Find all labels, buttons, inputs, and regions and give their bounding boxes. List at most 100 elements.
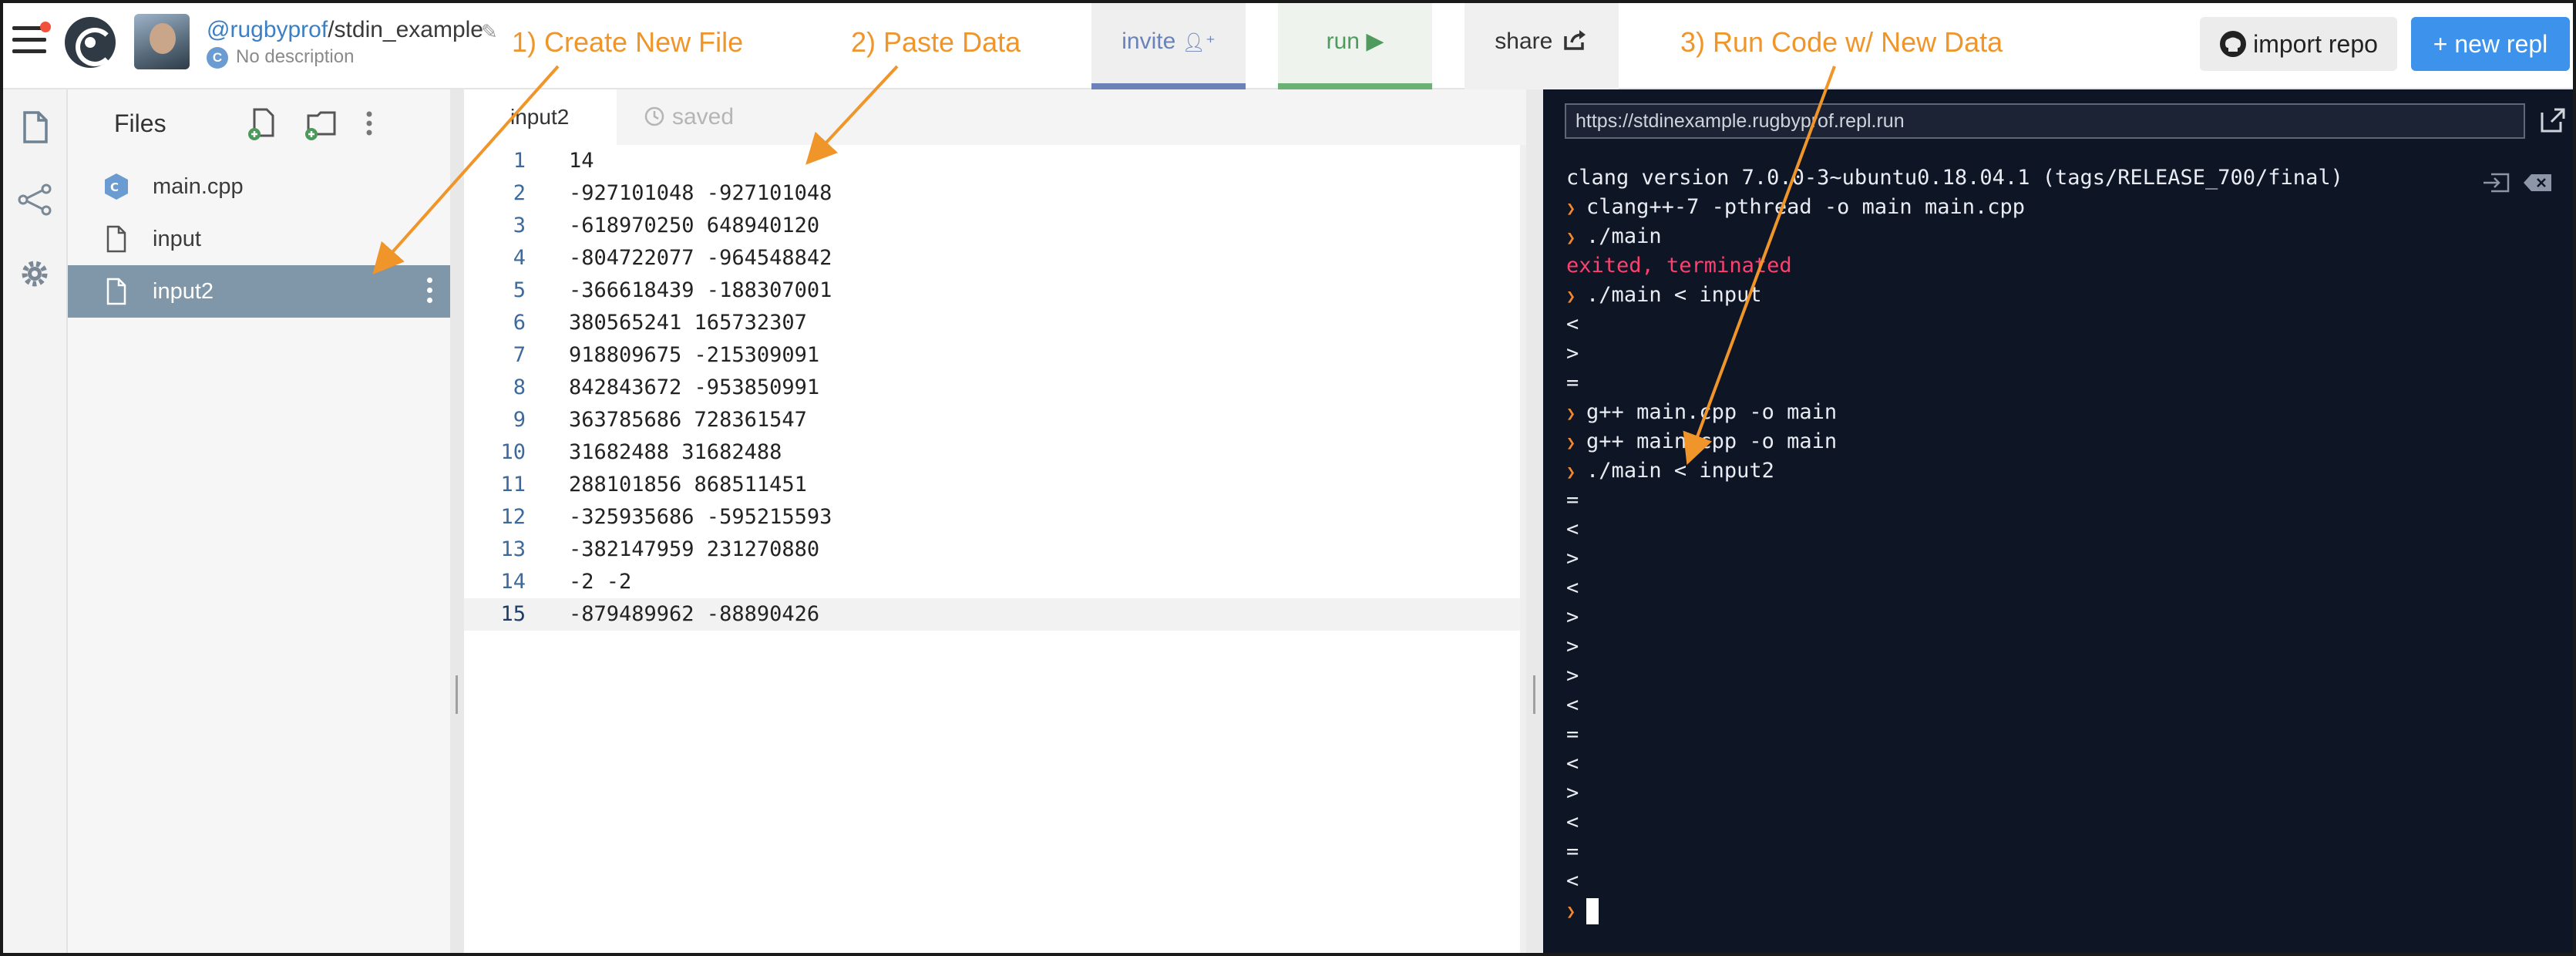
console-line: > xyxy=(1566,339,2476,369)
editor-scrollbar[interactable] xyxy=(1520,145,1526,953)
console-line: < xyxy=(1566,515,2476,544)
code-text: -382147959 231270880 xyxy=(569,537,820,561)
open-external-icon[interactable] xyxy=(2537,105,2568,136)
top-bar: @rugbyprof/stdin_example ✎ C No descripti… xyxy=(3,3,2573,89)
code-line[interactable]: 11 288101856 868511451 xyxy=(464,469,1526,501)
prompt-chevron-icon: ❯ xyxy=(1566,228,1576,247)
add-folder-icon[interactable] xyxy=(304,106,339,142)
console-line: < xyxy=(1566,691,2476,720)
console-text: g++ main.cpp -o main xyxy=(1586,429,1838,453)
console-line: > xyxy=(1566,603,2476,632)
console-text: clang++-7 -pthread -o main main.cpp xyxy=(1586,195,2025,219)
app-window: @rugbyprof/stdin_example ✎ C No descripti… xyxy=(0,0,2576,956)
annotation-step-1: 1) Create New File xyxy=(512,26,744,58)
file-options-kebab-icon[interactable] xyxy=(427,278,433,308)
exit-console-icon[interactable] xyxy=(2480,170,2511,196)
replit-logo-icon[interactable] xyxy=(65,17,116,68)
console-text: > xyxy=(1566,547,1579,571)
file-name: input xyxy=(153,227,201,251)
code-line[interactable]: 8 842843672 -953850991 xyxy=(464,372,1526,404)
code-line[interactable]: 4 -804722077 -964548842 xyxy=(464,242,1526,274)
code-text: 380565241 165732307 xyxy=(569,311,807,335)
code-line[interactable]: 15 -879489962 -88890426 xyxy=(464,598,1526,631)
console-text: = xyxy=(1566,488,1579,512)
prompt-chevron-icon: ❯ xyxy=(1566,404,1576,422)
code-line[interactable]: 3 -618970250 648940120 xyxy=(464,210,1526,242)
code-text: 14 xyxy=(569,149,594,173)
console-text: = xyxy=(1566,371,1579,395)
code-line[interactable]: 13 -382147959 231270880 xyxy=(464,534,1526,566)
repl-owner-link[interactable]: @rugbyprof xyxy=(207,17,328,42)
line-number: 9 xyxy=(513,408,526,432)
sidebar-resize-handle[interactable] xyxy=(450,89,464,953)
console-line: ❯ ./main < input xyxy=(1566,281,2476,310)
editor-tab-bar: input2 saved xyxy=(464,89,1526,145)
console-resize-handle[interactable] xyxy=(1526,89,1543,953)
annotation-step-3: 3) Run Code w/ New Data xyxy=(1680,26,2003,58)
code-line[interactable]: 7 918809675 -215309091 xyxy=(464,339,1526,372)
code-text: 842843672 -953850991 xyxy=(569,375,820,399)
console-text: < xyxy=(1566,517,1579,541)
code-text: -325935686 -595215593 xyxy=(569,505,832,529)
share-button[interactable]: share xyxy=(1465,3,1619,89)
files-menu-kebab-icon[interactable] xyxy=(364,106,375,142)
line-number: 15 xyxy=(500,602,526,626)
pencil-icon[interactable]: ✎ xyxy=(481,20,498,44)
console-text: > xyxy=(1566,635,1579,658)
console-line: = xyxy=(1566,720,2476,749)
files-title: Files xyxy=(114,109,166,137)
console-line: clang version 7.0.0-3~ubuntu0.18.04.1 (t… xyxy=(1566,163,2476,193)
repl-description[interactable]: C No description xyxy=(207,46,354,69)
file-item-main-cpp[interactable]: C main.cpp xyxy=(68,160,450,213)
clear-console-icon[interactable] xyxy=(2522,170,2553,196)
console-text: ./main xyxy=(1586,224,1662,248)
tab-input2[interactable]: input2 xyxy=(464,89,617,145)
history-icon xyxy=(644,106,664,126)
code-text: -366618439 -188307001 xyxy=(569,278,832,302)
console-toolbar xyxy=(2480,170,2554,196)
new-repl-label: + new repl xyxy=(2433,30,2548,58)
console-text: < xyxy=(1566,869,1579,893)
add-file-icon[interactable] xyxy=(245,106,281,142)
code-line[interactable]: 9 363785686 728361547 xyxy=(464,404,1526,436)
code-line[interactable]: 14 -2 -2 xyxy=(464,566,1526,598)
settings-gear-icon[interactable] xyxy=(17,256,52,291)
file-item-input2[interactable]: input2 xyxy=(68,265,450,318)
code-line[interactable]: 5 -366618439 -188307001 xyxy=(464,274,1526,307)
cpp-file-icon: C xyxy=(105,173,128,200)
prompt-chevron-icon: ❯ xyxy=(1566,463,1576,481)
code-line[interactable]: 12 -325935686 -595215593 xyxy=(464,501,1526,534)
console-line: = xyxy=(1566,369,2476,398)
invite-button[interactable]: invite 👤︎⁺ xyxy=(1091,3,1246,89)
code-area[interactable]: 1 14 2 -927101048 -927101048 3 -618970250 648… xyxy=(464,145,1526,631)
console-text: = xyxy=(1566,722,1579,746)
console-text: = xyxy=(1566,840,1579,863)
save-status: saved xyxy=(643,89,734,145)
console-output[interactable]: clang version 7.0.0-3~ubuntu0.18.04.1 (t… xyxy=(1566,163,2476,925)
avatar[interactable] xyxy=(134,14,190,69)
version-control-icon[interactable] xyxy=(17,182,52,217)
console-text: < xyxy=(1566,810,1579,834)
console-line: > xyxy=(1566,779,2476,808)
code-text: 363785686 728361547 xyxy=(569,408,807,432)
hamburger-menu-icon[interactable] xyxy=(12,22,51,57)
code-line[interactable]: 2 -927101048 -927101048 xyxy=(464,177,1526,210)
line-number: 3 xyxy=(513,214,526,237)
console-text: ./main < input2 xyxy=(1586,459,1774,483)
import-repo-button[interactable]: import repo xyxy=(2200,17,2397,71)
repl-name[interactable]: stdin_example xyxy=(335,17,483,42)
repl-url-field[interactable]: https://stdinexample.rugbyprof.repl.run xyxy=(1565,103,2525,139)
run-button[interactable]: run ▶ xyxy=(1278,3,1432,89)
code-line[interactable]: 6 380565241 165732307 xyxy=(464,307,1526,339)
code-line[interactable]: 1 14 xyxy=(464,145,1526,177)
line-number: 10 xyxy=(500,440,526,464)
line-number: 11 xyxy=(500,473,526,497)
run-label: run xyxy=(1326,29,1360,54)
text-cursor[interactable] xyxy=(1586,897,1599,924)
new-repl-button[interactable]: + new repl xyxy=(2411,17,2570,71)
code-text: -2 -2 xyxy=(569,570,632,594)
file-item-input[interactable]: input xyxy=(68,213,450,265)
code-line[interactable]: 10 31682488 31682488 xyxy=(464,436,1526,469)
repl-title: @rugbyprof/stdin_example xyxy=(207,17,483,43)
files-icon[interactable] xyxy=(17,109,52,145)
